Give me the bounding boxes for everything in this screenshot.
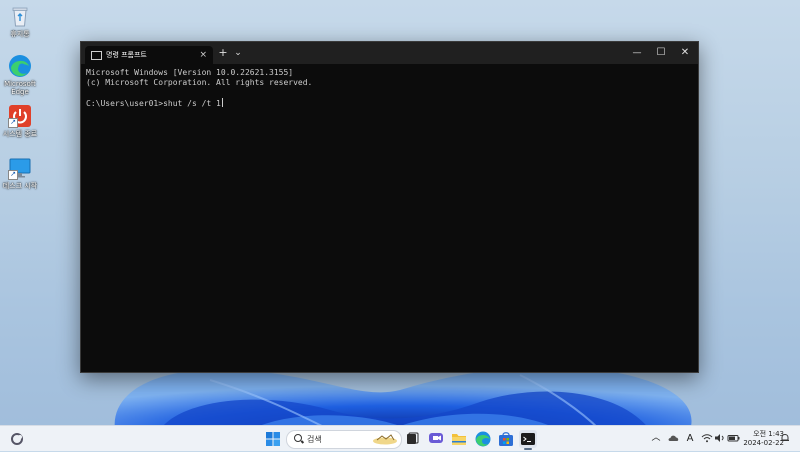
volume-icon[interactable] (713, 426, 726, 451)
command-input[interactable]: C:\Users\user01>shut /s /t 1 (86, 99, 221, 108)
monitor-icon: ↗ (8, 156, 32, 180)
power-icon: ↗ (8, 104, 32, 128)
desktop-icon-shutdown[interactable]: ↗ 시스템 종료 (2, 104, 38, 138)
terminal-line: (c) Microsoft Corporation. All rights re… (86, 78, 313, 87)
start-button[interactable] (264, 430, 282, 448)
terminal-window[interactable]: 명령 프롬프트 × + ⌄ — ☐ ✕ Microsoft Windows [V… (80, 41, 699, 373)
terminal-tab-icon (91, 51, 102, 60)
new-tab-button[interactable]: + (215, 42, 231, 64)
desktop-icon-label: 휴지통 (10, 30, 30, 38)
maximize-button[interactable]: ☐ (651, 42, 671, 64)
title-bar[interactable]: 명령 프롬프트 × + ⌄ — ☐ ✕ (81, 42, 698, 64)
close-button[interactable]: ✕ (675, 42, 695, 64)
clock-date: 2024-02-22 (743, 439, 784, 447)
tray-overflow-icon[interactable]: ︿ (650, 426, 662, 451)
desktop-icon-recycle-bin[interactable]: 휴지통 (2, 4, 38, 38)
tab-dropdown-button[interactable]: ⌄ (231, 42, 245, 64)
tab-command-prompt[interactable]: 명령 프롬프트 × (85, 46, 213, 64)
terminal-line: Microsoft Windows [Version 10.0.22621.31… (86, 68, 294, 77)
terminal-output[interactable]: Microsoft Windows [Version 10.0.22621.31… (81, 64, 698, 112)
wifi-icon[interactable] (700, 426, 714, 451)
desktop-icon-edge[interactable]: Microsoft Edge (2, 54, 38, 96)
chat-icon[interactable] (427, 430, 445, 448)
tab-title: 명령 프롬프트 (106, 51, 147, 59)
shortcut-arrow-icon: ↗ (8, 118, 18, 128)
desktop-icon-label: 데스크 시작 (2, 182, 38, 190)
taskbar-search-box[interactable]: 검색 (286, 430, 402, 449)
shortcut-arrow-icon: ↗ (8, 170, 18, 180)
taskbar-clock[interactable]: 오전 1:43 2024-02-22 (740, 430, 784, 448)
text-cursor (221, 98, 223, 107)
battery-icon[interactable] (726, 426, 740, 451)
minimize-button[interactable]: — (627, 42, 647, 64)
tab-close-button[interactable]: × (199, 46, 207, 64)
desktop-icon-label: 시스템 종료 (2, 130, 38, 138)
ime-indicator[interactable]: A (684, 426, 696, 451)
task-view-icon[interactable] (403, 430, 421, 448)
onedrive-icon[interactable] (667, 426, 681, 451)
search-icon (294, 434, 302, 442)
edge-icon (8, 54, 32, 78)
file-explorer-icon[interactable] (450, 430, 468, 448)
clock-time: 오전 1:43 (753, 430, 784, 438)
taskbar: 검색 ︿ A 오전 1:43 2024-02-22 (0, 425, 800, 451)
desktop-icon-monitor[interactable]: ↗ 데스크 시작 (2, 156, 38, 190)
notification-bell-icon[interactable] (779, 426, 791, 451)
search-placeholder: 검색 (307, 435, 322, 444)
terminal-prompt-line[interactable]: C:\Users\user01>shut /s /t 1 (86, 98, 693, 108)
terminal-taskbar-icon[interactable] (519, 430, 537, 448)
edge-taskbar-icon[interactable] (474, 430, 492, 448)
desktop-icon-label: Microsoft Edge (4, 80, 36, 96)
recycle-bin-icon (8, 4, 32, 28)
microsoft-store-icon[interactable] (497, 430, 515, 448)
widgets-icon[interactable] (8, 430, 26, 448)
search-highlight-icon (373, 434, 397, 445)
